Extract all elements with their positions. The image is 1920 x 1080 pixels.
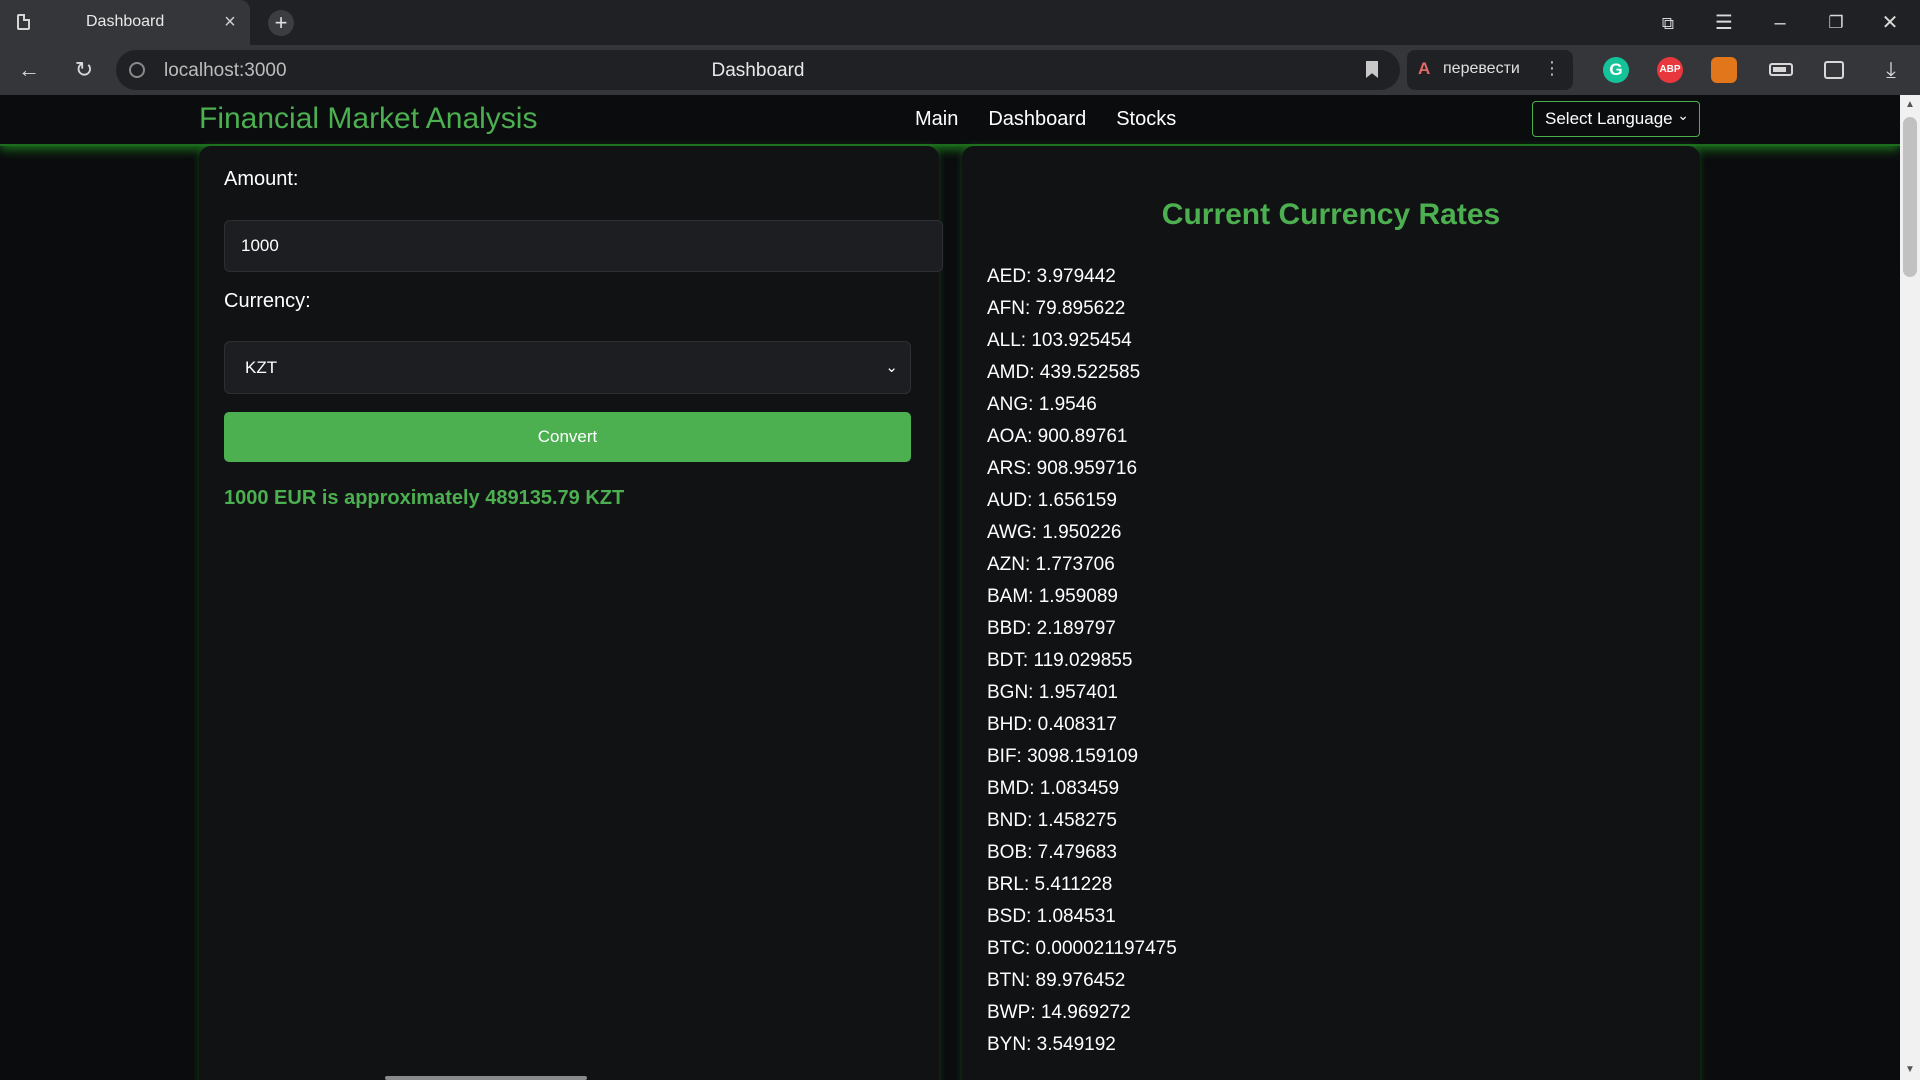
close-window-button[interactable]: ✕ [1876, 9, 1904, 37]
fox-extension-icon[interactable] [1711, 57, 1737, 83]
rate-item: AUD: 1.656159 [987, 490, 1117, 511]
rate-item: BTN: 89.976452 [987, 970, 1126, 991]
rate-item: BIF: 3098.159109 [987, 746, 1139, 767]
rate-item: BAM: 1.959089 [987, 586, 1118, 607]
address-bar[interactable]: localhost:3000 Dashboard [116, 50, 1400, 90]
scroll-up-icon[interactable]: ▲ [1900, 97, 1920, 113]
translate-more-icon[interactable]: ⋮ [1543, 58, 1561, 79]
rate-item: BMD: 1.083459 [987, 778, 1120, 799]
page-content: Financial Market Analysis Main Dashboard… [0, 95, 1900, 1080]
chevron-down-icon: ⌄ [1677, 107, 1689, 123]
tab-title: Dashboard [86, 13, 165, 30]
rate-item: BYN: 3.549192 [987, 1034, 1116, 1055]
language-select[interactable]: Select Language ⌄ [1532, 101, 1700, 137]
rate-item: ALL: 103.925454 [987, 330, 1132, 351]
currency-label: Currency: [224, 290, 311, 312]
nav-link-stocks[interactable]: Stocks [1116, 108, 1176, 131]
tab-close-icon[interactable]: × [221, 11, 239, 33]
grammarly-icon[interactable]: G [1603, 57, 1629, 83]
vertical-scrollbar[interactable]: ▲ ▼ [1900, 95, 1920, 1080]
chevron-down-icon: ⌄ [885, 359, 898, 376]
scroll-down-icon[interactable]: ▼ [1900, 1062, 1920, 1078]
rate-item: BBD: 2.189797 [987, 618, 1116, 639]
tab-search-icon[interactable]: ⧉ [1654, 10, 1682, 38]
translate-label: перевести [1443, 60, 1520, 77]
rate-item: AZN: 1.773706 [987, 554, 1115, 575]
nav-link-main[interactable]: Main [915, 108, 958, 131]
convert-button[interactable]: Convert [224, 412, 911, 462]
new-tab-button[interactable]: + [268, 10, 294, 36]
tab-bar: Dashboard × + ⧉ ☰ – ❐ ✕ [0, 0, 1920, 45]
language-select-label: Select Language [1545, 109, 1673, 128]
minimize-button[interactable]: – [1766, 9, 1794, 37]
currency-select-value: KZT [245, 358, 278, 377]
rates-title: Current Currency Rates [1161, 198, 1501, 231]
browser-tab[interactable]: Dashboard × [0, 0, 250, 45]
amount-input[interactable]: 1000 [224, 220, 943, 272]
rate-item: BWP: 14.969272 [987, 1002, 1131, 1023]
rate-item: BSD: 1.084531 [987, 906, 1116, 927]
page-title-display: Dashboard [711, 60, 805, 81]
reload-icon[interactable]: ↻ [69, 55, 99, 85]
browser-toolbar: ← ↻ localhost:3000 Dashboard A перевести… [0, 45, 1920, 95]
rate-item: AWG: 1.950226 [987, 522, 1122, 543]
rate-item: BGN: 1.957401 [987, 682, 1118, 703]
adblock-icon[interactable]: ABP [1657, 57, 1683, 83]
rate-item: AED: 3.979442 [987, 266, 1116, 287]
menu-icon[interactable]: ☰ [1710, 9, 1738, 37]
rate-item: AOA: 900.89761 [987, 426, 1128, 447]
rate-item: ANG: 1.9546 [987, 394, 1097, 415]
rate-item: AMD: 439.522585 [987, 362, 1141, 383]
nav-link-dashboard[interactable]: Dashboard [988, 108, 1086, 131]
rate-item: AFN: 79.895622 [987, 298, 1126, 319]
amount-label: Amount: [224, 168, 299, 190]
rate-item: BDT: 119.029855 [987, 650, 1133, 671]
horizontal-scroll-thumb[interactable] [385, 1076, 587, 1080]
rate-item: BND: 1.458275 [987, 810, 1117, 831]
rate-item: BOB: 7.479683 [987, 842, 1117, 863]
conversion-result: 1000 EUR is approximately 489135.79 KZT [224, 487, 625, 509]
translate-icon: A [1418, 59, 1431, 78]
translate-button[interactable]: A перевести ⋮ [1407, 50, 1573, 90]
page-icon [17, 14, 30, 30]
maximize-button[interactable]: ❐ [1822, 9, 1850, 37]
site-navbar: Financial Market Analysis Main Dashboard… [0, 95, 1900, 146]
rate-item: BRL: 5.411228 [987, 874, 1113, 895]
download-icon[interactable]: ⤓ [1878, 55, 1904, 85]
converter-panel: Amount: 1000 Currency: KZT ⌄ Convert 100… [199, 146, 943, 1080]
rate-item: BHD: 0.408317 [987, 714, 1117, 735]
rates-panel: Current Currency Rates AED: 3.979442 AFN… [962, 146, 1700, 1080]
rate-item: ARS: 908.959716 [987, 458, 1138, 479]
back-icon[interactable]: ← [14, 55, 44, 85]
nav-links: Main Dashboard Stocks [915, 108, 1176, 131]
rate-item: BTC: 0.000021197475 [987, 938, 1177, 959]
currency-select[interactable]: KZT ⌄ [224, 341, 911, 394]
rates-list: AED: 3.979442 AFN: 79.895622 ALL: 103.92… [987, 266, 1177, 1066]
brand-title[interactable]: Financial Market Analysis [199, 102, 537, 136]
battery-icon[interactable] [1769, 63, 1793, 76]
reader-icon[interactable] [1824, 61, 1844, 79]
scroll-thumb[interactable] [1903, 117, 1917, 277]
